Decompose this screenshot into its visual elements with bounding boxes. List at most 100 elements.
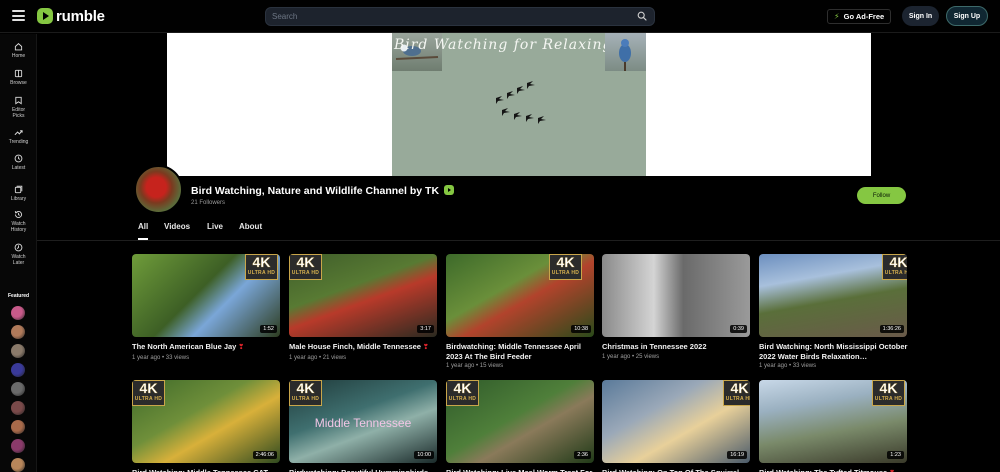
sidebar: Home Browse Editor Picks Trending Latest…	[0, 34, 37, 472]
featured-channel-avatar[interactable]	[11, 439, 25, 453]
featured-channel-avatar[interactable]	[11, 458, 25, 472]
video-card[interactable]: 4K ULTRA HD 10:38 Birdwatching: Middle Tenn…	[446, 254, 594, 369]
banner-bird-image-right	[605, 33, 646, 71]
home-icon	[14, 43, 23, 51]
video-card[interactable]: 4KULTRA HD 2:46:06 Bird Watching: Middle T…	[132, 380, 280, 472]
4k-ultra-hd-badge: 4KULTRA HD	[882, 254, 907, 280]
featured-channel-avatar[interactable]	[11, 382, 25, 396]
rumble-logo[interactable]: rumble	[37, 7, 105, 25]
video-thumbnail[interactable]: 4KULTRA HD 1:36:26	[759, 254, 907, 337]
search-bar	[265, 7, 655, 26]
banner-artwork: Bird Watching for Relaxingtion	[392, 33, 646, 176]
sign-up-button[interactable]: Sign Up	[946, 6, 988, 26]
video-card[interactable]: 4KULTRA HD 1:36:26 Bird Watching: North Mi…	[759, 254, 907, 369]
video-duration: 2:36	[574, 451, 591, 459]
video-title[interactable]: Bird Watching: On Top Of The Squirrel	[602, 468, 752, 472]
video-thumbnail[interactable]: 4K ULTRA HD 1:52	[132, 254, 280, 337]
video-duration: 1:23	[887, 451, 904, 459]
follow-button[interactable]: Follow	[857, 187, 906, 204]
sidebar-item-home[interactable]: Home	[0, 42, 37, 59]
video-thumbnail[interactable]: 4K ULTRA HD 2:46:06	[132, 380, 280, 463]
4k-ultra-hd-badge: 4KULTRA HD	[446, 380, 479, 406]
video-duration: 0:39	[730, 325, 747, 333]
sidebar-label-trending: Trending	[8, 139, 29, 145]
video-meta: 1 year ago • 21 views	[289, 354, 347, 361]
video-title[interactable]: Bird Watching: Middle Tennessee CAT	[132, 468, 282, 472]
featured-heading: Featured	[8, 293, 30, 299]
video-duration: 16:19	[727, 451, 747, 459]
video-title[interactable]: Male House Finch, Middle Tennessee ❣	[289, 342, 439, 353]
video-card[interactable]: 4K ULTRA HD 3:17 Male House Finch, Middle T…	[289, 254, 437, 361]
video-meta: 1 year ago • 33 views	[132, 354, 190, 361]
video-meta: 1 year ago • 33 views	[759, 363, 817, 369]
go-ad-free-button[interactable]: ⚡ Go Ad-Free	[827, 9, 892, 24]
channel-banner: Bird Watching for Relaxingtion	[167, 33, 871, 176]
heart-icon: ❣	[420, 344, 429, 351]
sidebar-item-browse[interactable]: Browse	[0, 69, 37, 86]
video-thumbnail[interactable]: 4K ULTRA HD 3:17	[289, 254, 437, 337]
heart-icon: ❣	[236, 344, 245, 351]
sign-in-button[interactable]: Sign In	[902, 6, 939, 26]
tab-all[interactable]: All	[138, 216, 149, 240]
clock-icon	[14, 154, 23, 163]
video-card[interactable]: 4KULTRA HD Middle Tennessee 10:00 Birdwatch…	[289, 380, 437, 472]
video-thumbnail[interactable]: 4K ULTRA HD 1:23	[759, 380, 907, 463]
featured-channel-avatar[interactable]	[11, 325, 25, 339]
video-thumbnail[interactable]: 0:39	[602, 254, 750, 337]
sidebar-label-watch-later: Watch Later	[11, 254, 26, 266]
sidebar-item-watch-history[interactable]: Watch History	[0, 210, 37, 233]
4k-ultra-hd-badge: 4KULTRA HD	[132, 380, 165, 406]
channel-avatar[interactable]	[134, 165, 183, 214]
sidebar-item-editor-picks[interactable]: Editor Picks	[0, 96, 37, 119]
editor-picks-icon	[15, 96, 22, 105]
video-card[interactable]: 4K ULTRA HD 1:52 The North American Blue Ja…	[132, 254, 280, 361]
video-title[interactable]: Bird Watching: North Mississippi October…	[759, 342, 909, 361]
video-meta: 1 year ago • 25 views	[602, 353, 660, 360]
4k-ultra-hd-badge: 4KULTRA HD	[723, 380, 750, 406]
video-card[interactable]: 4KULTRA HD 16:19 Bird Watching: On Top Of …	[602, 380, 750, 472]
sidebar-item-latest[interactable]: Latest	[0, 154, 37, 171]
video-thumbnail[interactable]: 4K ULTRA HD 10:38	[446, 254, 594, 337]
featured-channel-avatar[interactable]	[11, 363, 25, 377]
video-card[interactable]: 0:39 Christmas in Tennessee 2022 1 year ag…	[602, 254, 750, 360]
sidebar-item-trending[interactable]: Trending	[0, 128, 37, 145]
menu-icon[interactable]	[12, 10, 25, 21]
sidebar-label-browse: Browse	[10, 80, 27, 86]
sidebar-item-watch-later[interactable]: Watch Later	[0, 243, 37, 266]
video-duration: 1:36:26	[879, 325, 904, 333]
video-title[interactable]: The North American Blue Jay ❣	[132, 342, 282, 353]
video-thumbnail[interactable]: 4K ULTRA HD 2:36	[446, 380, 594, 463]
video-duration: 10:00	[414, 451, 434, 459]
video-title[interactable]: Birdwatching: Middle Tennessee April 202…	[446, 342, 596, 361]
4k-ultra-hd-badge: 4KULTRA HD	[245, 254, 278, 280]
featured-channel-avatar[interactable]	[11, 306, 25, 320]
video-title[interactable]: Bird Watching: Live Meal Worm Treat For	[446, 468, 596, 472]
verified-icon	[444, 185, 454, 195]
video-thumbnail[interactable]: 4KULTRA HD 16:19	[602, 380, 750, 463]
search-input[interactable]	[272, 10, 632, 23]
sidebar-item-library[interactable]: Library	[0, 185, 37, 202]
video-thumbnail[interactable]: 4K ULTRA HD Middle Tennessee 10:00	[289, 380, 437, 463]
featured-channel-avatar[interactable]	[11, 420, 25, 434]
trending-icon	[14, 130, 23, 136]
video-title[interactable]: Christmas in Tennessee 2022	[602, 342, 752, 352]
video-duration: 1:52	[260, 325, 277, 333]
featured-channel-avatar[interactable]	[11, 344, 25, 358]
tab-about[interactable]: About	[239, 216, 262, 240]
search-icon[interactable]	[637, 11, 647, 21]
thumbnail-overlay-text: Middle Tennessee	[314, 416, 412, 430]
sidebar-label-watch-history: Watch History	[10, 221, 27, 233]
video-duration: 2:46:06	[252, 451, 277, 459]
video-card[interactable]: 4KULTRA HD 1:23 Bird Watching: The Tufted …	[759, 380, 907, 472]
video-title[interactable]: Bird Watching: The Tufted Titmouse ❣	[759, 468, 909, 472]
featured-channel-avatar[interactable]	[11, 401, 25, 415]
tab-live[interactable]: Live	[207, 216, 223, 240]
video-duration: 10:38	[571, 325, 591, 333]
sidebar-label-library: Library	[10, 196, 27, 202]
watch-later-icon	[14, 243, 23, 252]
video-card[interactable]: 4KULTRA HD 2:36 Bird Watching: Live Meal W…	[446, 380, 594, 472]
flying-geese-illustration	[496, 81, 546, 124]
tab-videos[interactable]: Videos	[164, 216, 190, 240]
video-title[interactable]: Birdwatching: Beautiful Hummingbirds	[289, 468, 439, 472]
4k-ultra-hd-badge: 4KULTRA HD	[872, 380, 905, 406]
